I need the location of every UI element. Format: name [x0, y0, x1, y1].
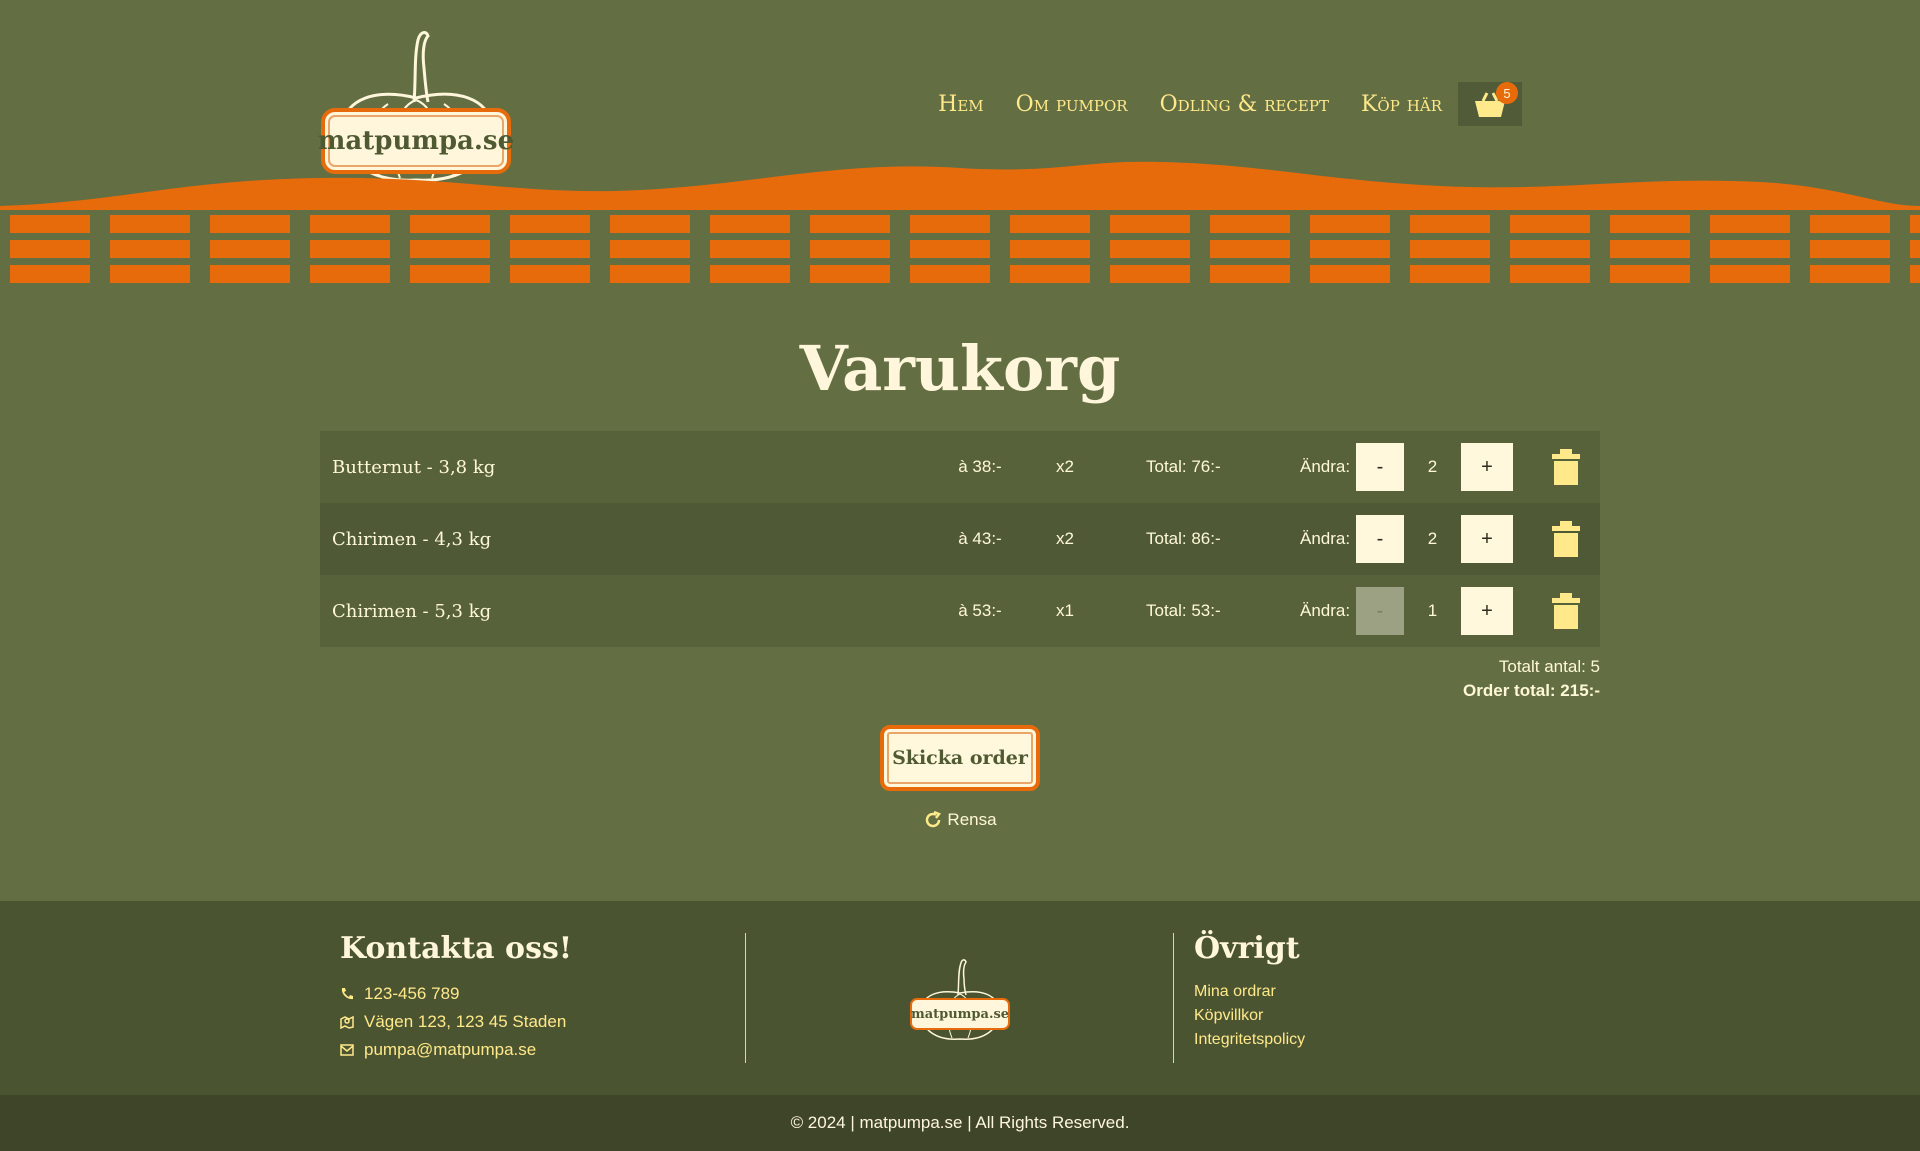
decrease-button-disabled[interactable]: - [1356, 587, 1404, 635]
nav-item-odling-recept[interactable]: Odling & recept [1160, 92, 1329, 117]
nav-item-hem[interactable]: Hem [938, 92, 984, 117]
fence-decoration [0, 215, 1920, 283]
increase-button[interactable]: + [1461, 587, 1513, 635]
decrease-button[interactable]: - [1356, 443, 1404, 491]
send-order-button[interactable]: Skicka order [880, 725, 1040, 791]
order-total: Order total: 215:- [1463, 681, 1600, 700]
phone-number: 123-456 789 [364, 984, 460, 1003]
map-icon [340, 1015, 354, 1029]
site-footer: Kontakta oss! 123-456 789 Vägen 123, 123… [0, 901, 1920, 1095]
refresh-icon [926, 810, 942, 828]
site-header: matpumpa.se Hem Om pumpor Odling & recep… [0, 0, 1920, 290]
item-total: Total: 86:- [1146, 529, 1221, 548]
change-label: Ändra: [1300, 457, 1351, 476]
other-title: Övrigt [1194, 931, 1300, 966]
item-count: 2 [1427, 457, 1438, 476]
change-label: Ändra: [1300, 601, 1351, 620]
footer-logo[interactable]: matpumpa.se [908, 953, 1012, 1043]
decrease-button[interactable]: - [1356, 515, 1404, 563]
increase-button[interactable]: + [1461, 515, 1513, 563]
mail-icon [340, 1044, 354, 1056]
trash-icon[interactable] [1550, 521, 1582, 557]
item-price: à 38:- [958, 457, 1002, 476]
cart-row: Chirimen - 4,3 kg à 43:- x2 Total: 86:- … [320, 503, 1600, 575]
item-name: Chirimen - 5,3 kg [332, 600, 492, 622]
item-count: 1 [1427, 601, 1438, 620]
cart-row: Butternut - 3,8 kg à 38:- x2 Total: 76:-… [320, 431, 1600, 503]
cart-count-badge: 5 [1496, 82, 1518, 104]
increase-button[interactable]: + [1461, 443, 1513, 491]
copyright-bar: © 2024 | matpumpa.se | All Rights Reserv… [0, 1095, 1920, 1151]
orange-wave [0, 161, 1920, 210]
contact-title: Kontakta oss! [340, 931, 573, 966]
footer-divider [745, 933, 746, 1063]
link-integritetspolicy[interactable]: Integritetspolicy [1194, 1028, 1305, 1052]
footer-logo-text: matpumpa.se [910, 998, 1010, 1030]
item-name: Butternut - 3,8 kg [332, 456, 496, 478]
item-price: à 43:- [958, 529, 1002, 548]
cart-button[interactable]: 5 [1458, 82, 1522, 126]
cart-summary: Totalt antal: 5 Order total: 215:- [320, 655, 1600, 703]
trash-icon[interactable] [1550, 449, 1582, 485]
email-line[interactable]: pumpa@matpumpa.se [340, 1036, 572, 1064]
item-qty: x2 [1056, 529, 1074, 548]
other-section: Övrigt Mina ordrar Köpvillkor Integritet… [1194, 931, 1305, 1052]
item-total: Total: 53:- [1146, 601, 1221, 620]
item-count: 2 [1427, 529, 1438, 548]
item-qty: x1 [1056, 601, 1074, 620]
item-name: Chirimen - 4,3 kg [332, 528, 492, 550]
total-count: Totalt antal: 5 [1498, 657, 1600, 676]
phone-line[interactable]: 123-456 789 [340, 980, 572, 1008]
footer-divider [1173, 933, 1174, 1063]
cart-table: Butternut - 3,8 kg à 38:- x2 Total: 76:-… [320, 431, 1600, 647]
nav-item-om-pumpor[interactable]: Om pumpor [1016, 92, 1128, 117]
email-text: pumpa@matpumpa.se [364, 1040, 537, 1059]
address-text: Vägen 123, 123 45 Staden [364, 1012, 567, 1031]
item-price: à 53:- [958, 601, 1002, 620]
page-title: Varukorg [799, 332, 1121, 405]
clear-label: Rensa [947, 810, 997, 829]
item-total: Total: 76:- [1146, 457, 1221, 476]
phone-icon [341, 988, 353, 1000]
address-line[interactable]: Vägen 123, 123 45 Staden [340, 1008, 572, 1036]
link-kopvillkor[interactable]: Köpvillkor [1194, 1004, 1305, 1028]
clear-button[interactable]: Rensa [920, 808, 1000, 832]
contact-section: Kontakta oss! 123-456 789 Vägen 123, 123… [340, 931, 572, 1064]
item-qty: x2 [1056, 457, 1074, 476]
trash-icon[interactable] [1550, 593, 1582, 629]
change-label: Ändra: [1300, 529, 1351, 548]
link-mina-ordrar[interactable]: Mina ordrar [1194, 980, 1305, 1004]
cart-row: Chirimen - 5,3 kg à 53:- x1 Total: 53:- … [320, 575, 1600, 647]
nav-item-kop-har[interactable]: Köp här [1361, 92, 1442, 117]
main-nav: Hem Om pumpor Odling & recept Köp här 5 [938, 82, 1522, 126]
